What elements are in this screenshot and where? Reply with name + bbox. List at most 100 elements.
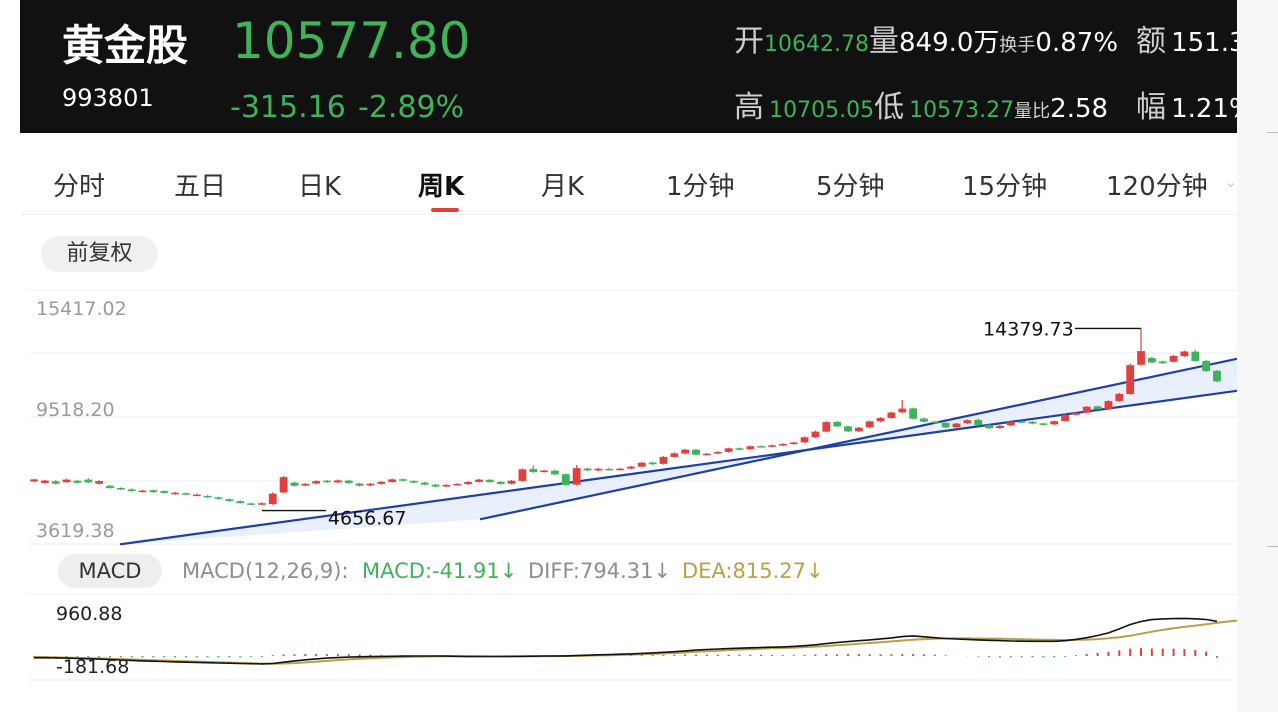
- tab-monthly-k[interactable]: 月K: [541, 166, 584, 203]
- tab-1-minute[interactable]: 1分钟: [666, 166, 735, 203]
- candle-body: [778, 444, 787, 446]
- candle-body: [409, 480, 418, 483]
- candle-body: [605, 468, 614, 471]
- down-arrow-icon: ↓: [499, 559, 518, 583]
- candle-body: [702, 453, 711, 456]
- candle-body: [561, 474, 570, 486]
- candle-body: [51, 481, 60, 484]
- y-tick-min: 3619.38: [36, 520, 115, 542]
- candle-body: [518, 469, 527, 481]
- channel-fill: [120, 358, 1237, 545]
- low-value: 10573.27: [909, 98, 1015, 123]
- change-percent: -2.89%: [358, 90, 465, 125]
- candle-body: [214, 497, 223, 499]
- candle-body: [930, 421, 939, 424]
- chevron-down-icon[interactable]: ⌄: [1224, 172, 1237, 191]
- candle-body: [920, 418, 928, 422]
- candle-body: [247, 503, 255, 505]
- min-price-label: 4656.67: [328, 508, 407, 530]
- stock-name: 黄金股: [62, 21, 189, 70]
- quote-header: 黄金股 993801 10577.80 -315.16 -2.89% 开1064…: [20, 0, 1237, 133]
- candle-body: [388, 479, 397, 483]
- candle-body: [865, 421, 874, 428]
- macd-chart[interactable]: 960.88 -181.68: [20, 592, 1237, 712]
- gutter-tick: [1267, 546, 1278, 547]
- high-label: 高: [734, 90, 764, 125]
- candle-body: [1104, 401, 1113, 410]
- candle-body: [583, 468, 592, 471]
- dea-value-group: DEA:815.27↓: [682, 559, 824, 583]
- candle-body: [496, 481, 505, 484]
- candle-body: [1115, 393, 1124, 402]
- tab-intraday[interactable]: 分时: [53, 166, 105, 203]
- candle-body: [431, 484, 440, 487]
- candle-body: [876, 417, 885, 422]
- open-value: 10642.78: [764, 32, 869, 57]
- candle-body: [344, 480, 353, 484]
- candle-body: [844, 426, 852, 432]
- period-tabbar: 分时 五日 日K 周K 月K 1分钟 5分钟 15分钟 120分钟 ⌄: [20, 146, 1237, 215]
- candle-body: [768, 445, 776, 447]
- candle-body: [800, 437, 809, 443]
- candle-body: [529, 468, 538, 473]
- candle-body: [713, 452, 722, 454]
- candle-body: [1202, 360, 1211, 372]
- macd-legend: MACD MACD(12,26,9): MACD:-41.91↓ DIFF:79…: [20, 548, 1237, 592]
- candle-body: [746, 446, 755, 450]
- candle-body: [116, 488, 125, 490]
- candle-body: [138, 490, 147, 493]
- candle-body: [974, 419, 983, 426]
- tab-15-minute[interactable]: 15分钟: [962, 166, 1047, 203]
- candle-body: [887, 412, 896, 418]
- dea-line: [33, 619, 1237, 665]
- gutter-tick: [1267, 132, 1278, 133]
- candle-body: [1050, 421, 1059, 425]
- turnover-label: 换手: [999, 35, 1036, 56]
- candle-body: [323, 480, 331, 483]
- candle-body: [996, 425, 1004, 429]
- candle-body: [1082, 406, 1091, 413]
- quote-row-bottom: 高 10705.05低 10573.27量比2.58: [734, 82, 1108, 126]
- candle-body: [95, 481, 104, 484]
- macd-y-tick-max: 960.88: [56, 603, 122, 625]
- candle-body: [62, 479, 71, 483]
- candle-body: [670, 453, 679, 457]
- adjust-mode-button[interactable]: 前复权: [41, 236, 158, 272]
- tab-five-day[interactable]: 五日: [174, 166, 226, 203]
- range-label: 幅: [1136, 90, 1166, 125]
- last-price: 10577.80: [232, 12, 471, 70]
- candle-body: [279, 477, 288, 493]
- macd-value: MACD:-41.91: [362, 559, 500, 583]
- candle-body: [1061, 414, 1069, 421]
- tab-120-minute[interactable]: 120分钟: [1106, 166, 1208, 203]
- channel-lower-line: [119, 389, 1237, 546]
- stock-code: 993801: [62, 84, 154, 112]
- candle-body: [898, 408, 907, 413]
- candle-body: [192, 494, 201, 497]
- candle-body: [854, 427, 863, 432]
- high-value: 10705.05: [769, 98, 875, 123]
- kline-chart[interactable]: 14379.73 4656.67 15417.02 9518.20 3619.38: [20, 288, 1237, 548]
- macd-lines: [33, 617, 1237, 665]
- candle-body: [127, 489, 136, 492]
- tab-weekly-k[interactable]: 周K: [418, 166, 464, 203]
- channel-upper-line: [479, 357, 1237, 521]
- tab-5-minute[interactable]: 5分钟: [816, 166, 885, 203]
- candle-body: [30, 479, 38, 482]
- candle-body: [485, 479, 494, 483]
- candle-body: [420, 482, 429, 485]
- amount-block: 额 151.3: [1136, 16, 1237, 60]
- open-label: 开: [734, 24, 764, 59]
- y-tick-mid: 9518.20: [36, 399, 115, 421]
- candle-body: [985, 424, 993, 429]
- candle-body: [268, 493, 277, 505]
- candle-body: [681, 449, 690, 454]
- indicator-switch-button[interactable]: MACD: [58, 554, 162, 588]
- candle-body: [171, 492, 179, 495]
- candle-body: [453, 483, 462, 486]
- tab-daily-k[interactable]: 日K: [298, 166, 341, 203]
- candle-body: [1191, 351, 1200, 362]
- candle-body: [659, 456, 668, 464]
- candle-body: [833, 421, 842, 427]
- candle-body: [1147, 358, 1156, 363]
